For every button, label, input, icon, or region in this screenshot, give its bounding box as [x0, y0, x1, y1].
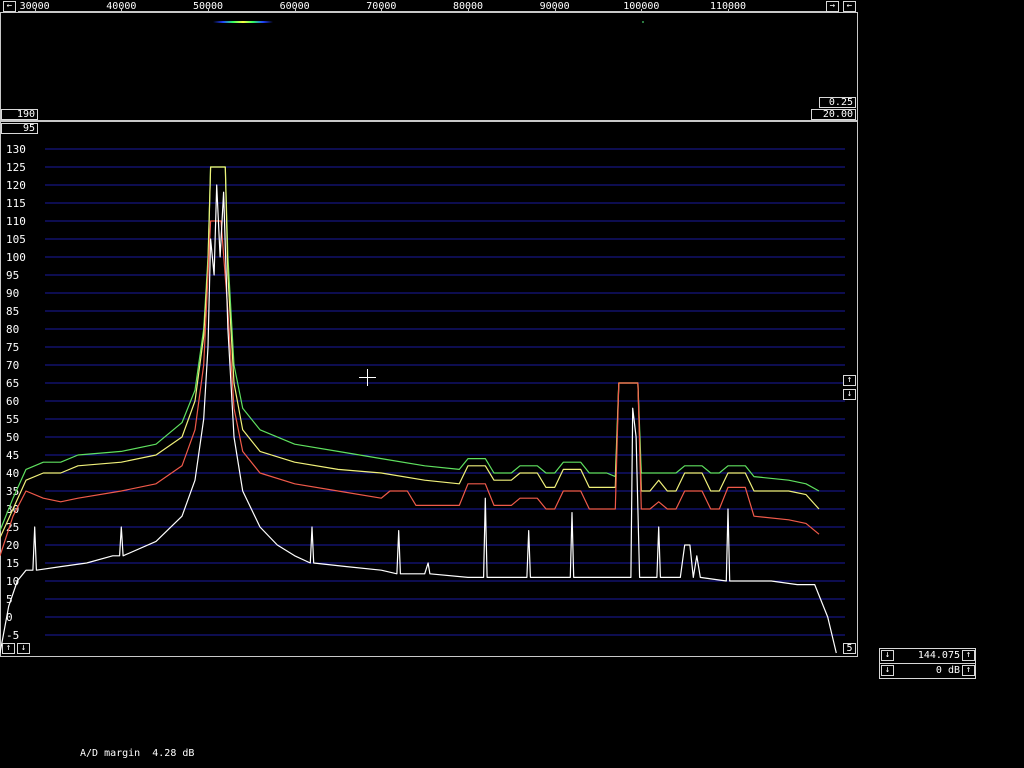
up-arrow-icon: ↑ — [965, 650, 972, 660]
spectrum-series-yellow — [0, 166, 820, 539]
y-tick-label: 75 — [6, 341, 19, 354]
spectrum-up-button[interactable]: ↑ — [2, 643, 15, 654]
left-arrow-icon: ← — [6, 1, 13, 11]
waterfall-top-value-box[interactable]: 0.25 — [819, 97, 856, 108]
scroll-end-button[interactable]: ← — [843, 1, 856, 12]
down-arrow-icon: ↓ — [884, 650, 891, 660]
ad-margin-value: 4.28 dB — [152, 748, 195, 759]
level-down-button[interactable]: ↓ — [843, 389, 856, 400]
y-tick-label: 90 — [6, 287, 19, 300]
freq-up-button[interactable]: ↑ — [962, 650, 975, 661]
y-tick-label: 120 — [6, 179, 26, 192]
y-tick-label: 20 — [6, 539, 19, 552]
y-tick-label: 60 — [6, 395, 19, 408]
y-tick-label: 50 — [6, 431, 19, 444]
y-tick-label: 100 — [6, 251, 26, 264]
tuning-panel: ↓ 144.075 ↑ ↓ 0 dB ↑ — [879, 648, 976, 679]
waterfall-left-value-box[interactable]: 190 — [1, 109, 38, 120]
y-tick-label: 55 — [6, 413, 19, 426]
scroll-left-button[interactable]: ← — [3, 1, 16, 12]
y-tick-label: 125 — [6, 161, 26, 174]
waterfall-panel[interactable] — [0, 12, 858, 121]
y-tick-label: 115 — [6, 197, 26, 210]
ad-margin-label: A/D margin — [80, 748, 141, 759]
spectrum-graph[interactable]: 1301251201151101051009590858075706560555… — [0, 121, 858, 657]
waterfall-signal-trace — [213, 21, 273, 23]
right-arrow-icon: → — [829, 1, 836, 11]
panel-divider — [880, 663, 975, 664]
level-up-button[interactable]: ↑ — [843, 375, 856, 386]
y-tick-label: 85 — [6, 305, 19, 318]
ad-margin-status: A/D margin 4.28 dB — [80, 748, 194, 759]
y-tick-label: -5 — [6, 629, 19, 642]
waterfall-bottom-value-box[interactable]: 20.00 — [811, 109, 856, 120]
y-tick-label: 70 — [6, 359, 19, 372]
scroll-right-button[interactable]: → — [826, 1, 839, 12]
spectrum-bottom-value-box[interactable]: 5 — [843, 643, 856, 654]
frequency-readout[interactable]: 144.075 — [896, 650, 960, 661]
y-tick-label: 15 — [6, 557, 19, 570]
spectrum-series-red — [0, 220, 820, 556]
y-tick-label: 65 — [6, 377, 19, 390]
gain-down-button[interactable]: ↓ — [881, 665, 894, 676]
crosshair-cursor-icon — [359, 369, 376, 386]
gain-up-button[interactable]: ↑ — [962, 665, 975, 676]
y-tick-label: 95 — [6, 269, 19, 282]
y-tick-label: 80 — [6, 323, 19, 336]
y-tick-label: 130 — [6, 143, 26, 156]
left-arrow-icon: ← — [846, 1, 853, 11]
up-arrow-icon: ↑ — [846, 375, 853, 385]
up-arrow-icon: ↑ — [5, 643, 12, 653]
down-arrow-icon: ↓ — [20, 643, 27, 653]
frequency-scale-bar: ← 30000 40000 50000 60000 70000 80000 90000 100… — [0, 0, 857, 12]
down-arrow-icon: ↓ — [884, 665, 891, 675]
y-tick-label: 40 — [6, 467, 19, 480]
y-tick-label: 35 — [6, 485, 19, 498]
y-tick-label: 110 — [6, 215, 26, 228]
down-arrow-icon: ↓ — [846, 389, 853, 399]
spectrum-down-button[interactable]: ↓ — [17, 643, 30, 654]
waterfall-signal-dot — [642, 21, 644, 23]
up-arrow-icon: ↑ — [965, 665, 972, 675]
freq-down-button[interactable]: ↓ — [881, 650, 894, 661]
y-tick-label: 45 — [6, 449, 19, 462]
gain-readout[interactable]: 0 dB — [896, 665, 960, 676]
spectrum-series-green — [0, 166, 820, 531]
y-tick-label: 105 — [6, 233, 26, 246]
